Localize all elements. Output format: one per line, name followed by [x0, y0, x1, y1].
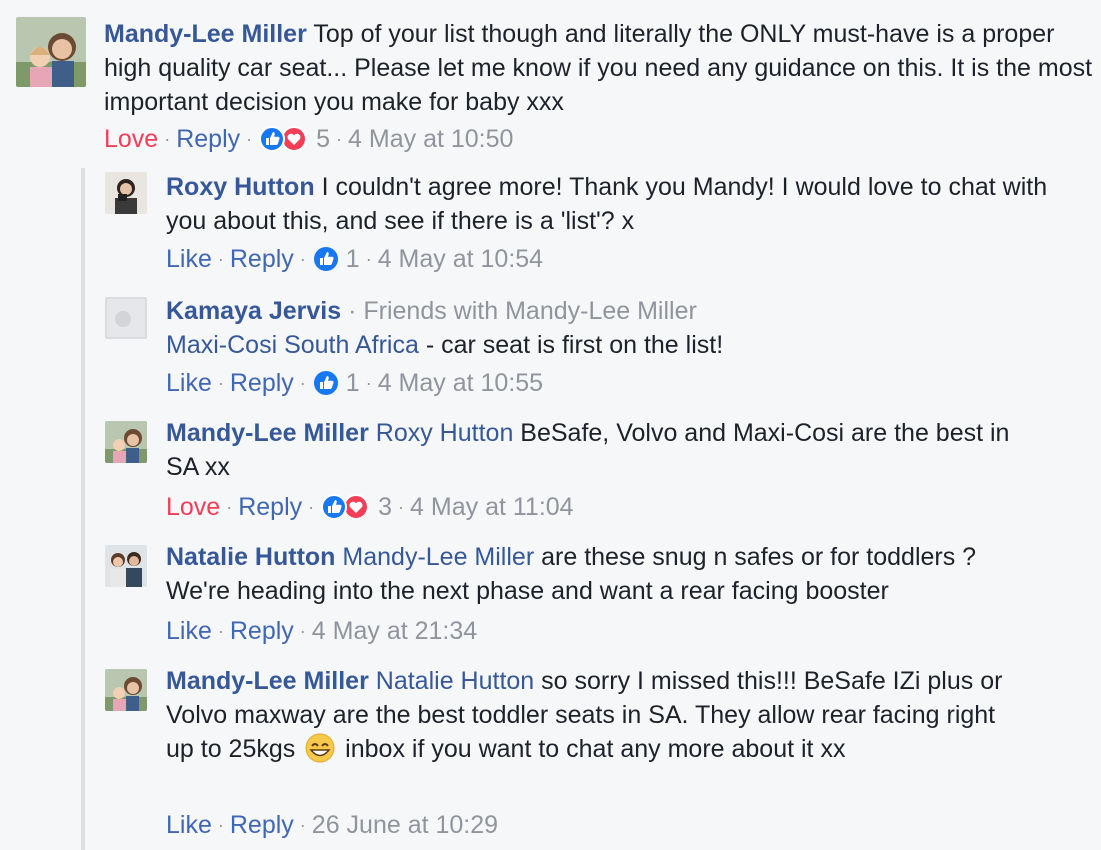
separator-dot: · — [365, 373, 372, 393]
comment-author[interactable]: Mandy-Lee Miller — [166, 419, 369, 447]
separator-dot: · — [348, 297, 357, 325]
reactions-summary[interactable] — [320, 493, 372, 521]
reply-button[interactable]: Reply — [230, 614, 294, 648]
avatar[interactable] — [16, 17, 86, 87]
timestamp[interactable]: 4 May at 10:55 — [378, 366, 543, 400]
friends-note: Friends with Mandy-Lee Miller — [363, 297, 697, 325]
separator-dot: · — [299, 373, 306, 393]
comment-text: inbox if you want to chat any more about… — [345, 735, 846, 763]
reaction-count: 3 — [378, 493, 393, 521]
reply-button[interactable]: Reply — [176, 122, 240, 156]
avatar[interactable] — [105, 669, 147, 711]
separator-dot: · — [217, 621, 224, 641]
comment-author[interactable]: Roxy Hutton — [166, 173, 315, 201]
reply-button[interactable]: Reply — [230, 808, 294, 842]
reply-button[interactable]: Reply — [238, 490, 302, 524]
like-reaction-icon — [321, 494, 348, 520]
reaction-count: 1 — [345, 245, 360, 273]
comment-author[interactable]: Natalie Hutton — [166, 543, 335, 571]
reactions-summary[interactable] — [312, 369, 340, 397]
mention-link[interactable]: Mandy-Lee Miller — [342, 543, 534, 571]
reply-button[interactable]: Reply — [230, 242, 294, 276]
timestamp[interactable]: 4 May at 10:54 — [378, 242, 543, 276]
separator-dot: · — [246, 129, 253, 149]
love-button[interactable]: Love — [166, 490, 220, 524]
like-reaction-icon — [259, 126, 286, 152]
timestamp[interactable]: 4 May at 10:50 — [348, 122, 513, 156]
separator-dot: · — [164, 129, 171, 149]
love-reaction-icon — [343, 494, 370, 520]
mention-link[interactable]: Roxy Hutton — [376, 419, 514, 447]
separator-dot: · — [336, 129, 343, 149]
comment-author[interactable]: Mandy-Lee Miller — [104, 20, 307, 48]
separator-dot: · — [226, 497, 233, 517]
reaction-count: 5 — [316, 125, 331, 153]
like-button[interactable]: Like — [166, 242, 212, 276]
like-button[interactable]: Like — [166, 614, 212, 648]
avatar[interactable] — [105, 172, 147, 214]
separator-dot: · — [299, 621, 306, 641]
separator-dot: · — [398, 497, 405, 517]
reply-thread-line — [81, 168, 85, 850]
separator-dot: · — [299, 815, 306, 835]
reaction-count: 1 — [345, 369, 360, 397]
reactions-summary[interactable] — [258, 125, 310, 153]
mention-link[interactable]: Natalie Hutton — [376, 667, 534, 695]
separator-dot: · — [308, 497, 315, 517]
grinning-emoji-icon — [302, 733, 338, 772]
like-reaction-icon — [313, 371, 338, 395]
like-reaction-icon — [313, 247, 338, 271]
separator-dot: · — [217, 373, 224, 393]
reply-button[interactable]: Reply — [230, 366, 294, 400]
comment-text: - car seat is first on the list! — [425, 331, 724, 359]
like-button[interactable]: Like — [166, 808, 212, 842]
avatar[interactable] — [105, 297, 147, 339]
timestamp[interactable]: 4 May at 11:04 — [410, 490, 574, 524]
separator-dot: · — [365, 249, 372, 269]
comment-author[interactable]: Kamaya Jervis — [166, 297, 341, 325]
comment-author[interactable]: Mandy-Lee Miller — [166, 667, 369, 695]
separator-dot: · — [299, 249, 306, 269]
reactions-summary[interactable] — [312, 245, 340, 273]
mention-link[interactable]: Maxi-Cosi South Africa — [166, 331, 419, 359]
separator-dot: · — [217, 815, 224, 835]
avatar[interactable] — [105, 421, 147, 463]
timestamp[interactable]: 4 May at 21:34 — [312, 614, 477, 648]
love-button[interactable]: Love — [104, 122, 158, 156]
avatar[interactable] — [105, 545, 147, 587]
love-reaction-icon — [281, 126, 308, 152]
separator-dot: · — [217, 249, 224, 269]
like-button[interactable]: Like — [166, 366, 212, 400]
timestamp[interactable]: 26 June at 10:29 — [312, 808, 498, 842]
